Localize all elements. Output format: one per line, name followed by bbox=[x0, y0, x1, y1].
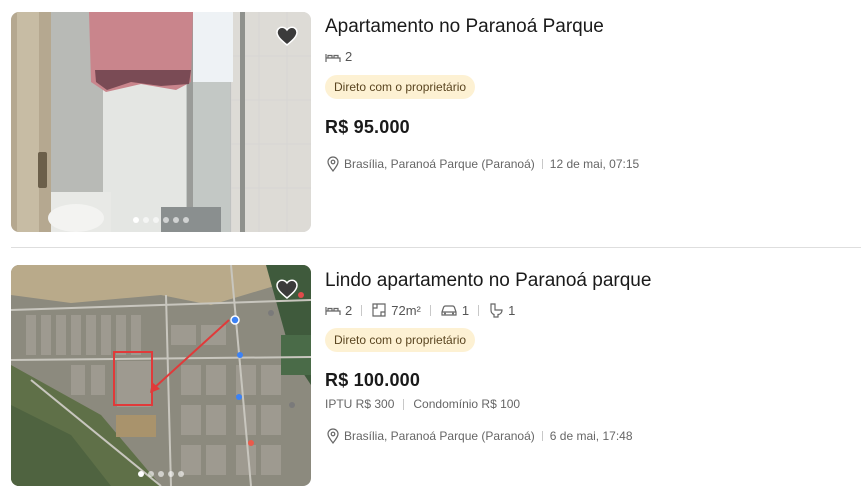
iptu-value: IPTU R$ 300 bbox=[325, 397, 395, 411]
bed-icon bbox=[325, 53, 341, 62]
separator bbox=[478, 304, 480, 316]
feature-bedrooms: 2 bbox=[325, 49, 352, 64]
listing-title[interactable]: Lindo apartamento no Paranoá parque bbox=[325, 270, 651, 292]
listing-date: 12 de mai, 07:15 bbox=[549, 157, 640, 171]
listing-photo[interactable] bbox=[11, 12, 311, 232]
car-icon bbox=[441, 305, 457, 316]
listing-location: Brasília, Paranoá Parque (Paranoá) 12 de… bbox=[325, 156, 639, 172]
heart-icon bbox=[276, 26, 298, 46]
location-text: Brasília, Paranoá Parque (Paranoá) bbox=[344, 429, 535, 443]
condominio-value: Condomínio R$ 100 bbox=[413, 397, 521, 411]
location-text: Brasília, Paranoá Parque (Paranoá) bbox=[344, 157, 535, 171]
carousel-dot[interactable] bbox=[163, 217, 169, 223]
separator bbox=[541, 159, 543, 169]
carousel-dot[interactable] bbox=[148, 471, 154, 477]
area-value: 72m² bbox=[391, 302, 421, 318]
photo-carousel-dots[interactable] bbox=[11, 217, 311, 223]
favorite-button[interactable] bbox=[275, 277, 299, 301]
separator bbox=[361, 304, 363, 316]
carousel-dot[interactable] bbox=[138, 471, 144, 477]
favorite-button[interactable] bbox=[275, 24, 299, 48]
listing-divider bbox=[11, 247, 861, 248]
carousel-dot[interactable] bbox=[168, 471, 174, 477]
bedrooms-count: 2 bbox=[345, 302, 353, 318]
area-icon bbox=[372, 303, 386, 317]
parking-count: 1 bbox=[461, 302, 470, 318]
owner-badge: Direto com o proprietário bbox=[325, 328, 476, 352]
carousel-dot[interactable] bbox=[158, 471, 164, 477]
listing-card[interactable]: Apartamento no Paranoá Parque 2 Direto c… bbox=[0, 0, 861, 247]
heart-icon bbox=[276, 279, 298, 299]
separator bbox=[403, 398, 405, 410]
location-pin-icon bbox=[327, 428, 339, 444]
listing-title[interactable]: Apartamento no Paranoá Parque bbox=[325, 16, 604, 38]
owner-badge: Direto com o proprietário bbox=[325, 75, 476, 99]
carousel-dot[interactable] bbox=[143, 217, 149, 223]
carousel-dot[interactable] bbox=[183, 217, 189, 223]
carousel-dot[interactable] bbox=[173, 217, 179, 223]
listing-price: R$ 100.000 bbox=[325, 370, 421, 390]
listing-photo[interactable] bbox=[11, 265, 311, 486]
listing-price: R$ 95.000 bbox=[325, 117, 410, 137]
listing-location: Brasília, Paranoá Parque (Paranoá) 6 de … bbox=[325, 428, 633, 444]
bed-icon bbox=[325, 307, 341, 315]
carousel-dot[interactable] bbox=[153, 217, 159, 223]
photo-carousel-dots[interactable] bbox=[11, 471, 311, 477]
feature-parking: 1 bbox=[440, 303, 469, 318]
listing-features: 2 72m² 1 1 bbox=[325, 302, 515, 318]
feature-bathrooms: 1 bbox=[488, 302, 515, 318]
feature-bedrooms: 2 bbox=[325, 303, 352, 318]
bathrooms-count: 1 bbox=[508, 302, 516, 318]
location-pin-icon bbox=[327, 156, 339, 172]
listing-date: 6 de mai, 17:48 bbox=[549, 429, 633, 443]
separator bbox=[541, 431, 543, 441]
feature-area: 72m² bbox=[371, 302, 421, 318]
carousel-dot[interactable] bbox=[133, 217, 139, 223]
carousel-dot[interactable] bbox=[178, 471, 184, 477]
bedrooms-count: 2 bbox=[345, 49, 353, 64]
separator bbox=[429, 304, 431, 316]
listing-fees: IPTU R$ 300 Condomínio R$ 100 bbox=[325, 397, 520, 411]
listing-card[interactable]: Lindo apartamento no Paranoá parque 2 72… bbox=[0, 253, 861, 490]
listing-features: 2 bbox=[325, 49, 352, 64]
toilet-icon bbox=[490, 303, 503, 318]
